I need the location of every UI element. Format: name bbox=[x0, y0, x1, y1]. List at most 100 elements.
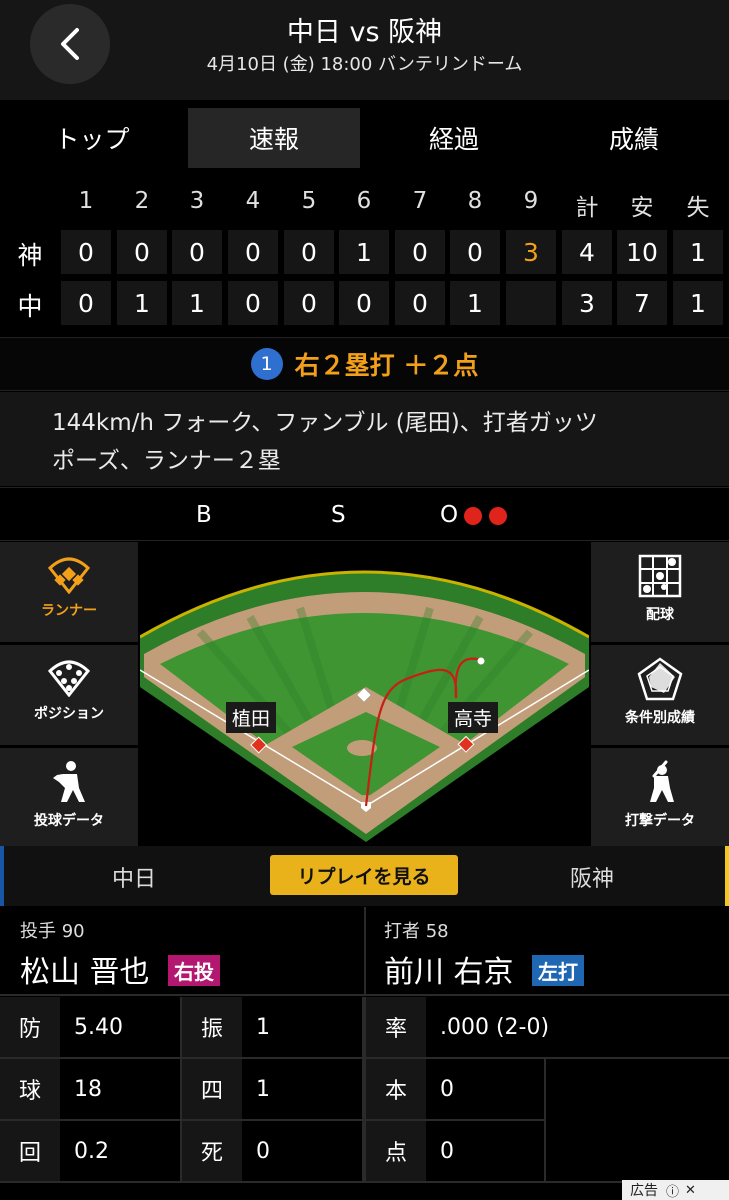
scoreboard-cell: 1 bbox=[673, 230, 723, 274]
positions-icon bbox=[47, 660, 91, 697]
pitching-data-button[interactable]: 投球データ bbox=[0, 748, 138, 848]
divider bbox=[362, 997, 366, 1181]
play-description: 144km/h フォーク、ファンブル (尾田)、打者ガッツ ポーズ、ランナー２塁 bbox=[0, 392, 729, 486]
scoreboard-header: 1 bbox=[78, 188, 94, 214]
stat-label-walks: 四 bbox=[182, 1059, 242, 1119]
baseball-field: 植田 高寺 bbox=[140, 542, 589, 844]
stat-label-pitches: 球 bbox=[0, 1059, 60, 1119]
scoreboard-cell: 0 bbox=[395, 230, 445, 274]
scoreboard-header: 5 bbox=[301, 188, 317, 214]
pitch-pattern-button[interactable]: 配球 bbox=[591, 542, 729, 642]
scoreboard-cell: 1 bbox=[450, 281, 500, 325]
divider bbox=[0, 1181, 729, 1183]
scoreboard-header: 計 bbox=[575, 195, 599, 221]
runner-button[interactable]: ランナー bbox=[0, 542, 138, 642]
field-diagram bbox=[140, 570, 589, 842]
scoreboard-cell: 0 bbox=[228, 230, 278, 274]
position-button[interactable]: ポジション bbox=[0, 645, 138, 745]
tab-bar: トップ 速報 経過 成績 bbox=[0, 100, 729, 178]
stat-label-era: 防 bbox=[0, 997, 60, 1057]
scoreboard-team: 神 bbox=[17, 241, 43, 270]
divider bbox=[180, 997, 182, 1181]
tab-live[interactable]: 速報 bbox=[188, 108, 360, 168]
stat-value-rbi: 0 bbox=[426, 1121, 544, 1181]
scoreboard-cell: 1 bbox=[172, 281, 222, 325]
batter-hand-badge: 左打 bbox=[532, 955, 584, 986]
home-team-color bbox=[0, 846, 4, 906]
radar-icon bbox=[637, 657, 683, 701]
team-right[interactable]: 阪神 bbox=[570, 861, 614, 893]
strike-label: S bbox=[331, 502, 346, 528]
play-number-badge: 1 bbox=[250, 348, 283, 380]
team-left[interactable]: 中日 bbox=[112, 861, 156, 893]
scoreboard-cell: 4 bbox=[562, 230, 612, 274]
scoreboard-cell: 0 bbox=[284, 230, 334, 274]
batter-card[interactable]: 打者 58 前川 右京 左打 bbox=[366, 907, 729, 993]
scoreboard-header: 4 bbox=[245, 188, 261, 214]
stat-value-innings: 0.2 bbox=[60, 1121, 180, 1181]
batter-name: 前川 右京 bbox=[384, 955, 514, 990]
scoreboard-cell: 10 bbox=[617, 230, 667, 274]
stat-label-hbp: 死 bbox=[182, 1121, 242, 1181]
ad-info-icon: ⓘ bbox=[666, 1184, 680, 1200]
game-subtitle: 4月10日 (金) 18:00 バンテリンドーム bbox=[206, 54, 523, 75]
pitcher-hand-badge: 右投 bbox=[168, 955, 220, 986]
ad-close-icon: ✕ bbox=[685, 1182, 696, 1198]
ad-text: 広告 bbox=[630, 1183, 658, 1199]
scoreboard-header: 8 bbox=[467, 188, 483, 214]
scoreboard-cell: 0 bbox=[395, 281, 445, 325]
scoreboard-cell: 0 bbox=[61, 230, 111, 274]
replay-button[interactable]: リプレイを見る bbox=[270, 855, 458, 895]
stat-value-hbp: 0 bbox=[242, 1121, 362, 1181]
tab-top[interactable]: トップ bbox=[6, 108, 178, 168]
count-bar: B S O bbox=[0, 487, 729, 541]
scoreboard-cell: 3 bbox=[562, 281, 612, 325]
pitcher-card[interactable]: 投手 90 松山 晋也 右投 bbox=[0, 907, 363, 993]
scoreboard-cell: 3 bbox=[506, 230, 556, 274]
stat-value-hr: 0 bbox=[426, 1059, 544, 1119]
scoreboard-cell: 1 bbox=[339, 230, 389, 274]
scoreboard-cell: 0 bbox=[61, 281, 111, 325]
scoreboard-cell: 0 bbox=[117, 230, 167, 274]
batting-data-label: 打撃データ bbox=[625, 813, 695, 829]
play-description-line: 144km/h フォーク、ファンブル (尾田)、打者ガッツ bbox=[52, 410, 598, 436]
batting-data-button[interactable]: 打撃データ bbox=[591, 748, 729, 848]
scoreboard-header: 9 bbox=[523, 188, 539, 214]
out-label: O bbox=[440, 502, 459, 528]
play-result-text: 右２塁打 ＋２点 bbox=[294, 351, 479, 380]
runner-button-label: ランナー bbox=[41, 603, 97, 619]
away-team-color bbox=[725, 846, 729, 906]
split-stats-button[interactable]: 条件別成績 bbox=[591, 645, 729, 745]
out-dot bbox=[489, 507, 507, 525]
stat-label-hr: 本 bbox=[366, 1059, 426, 1119]
ball-label: B bbox=[196, 502, 212, 528]
stat-value-avg: .000 (2-0) bbox=[426, 997, 729, 1057]
play-description-line: ポーズ、ランナー２塁 bbox=[52, 448, 281, 474]
scoreboard-cell: 0 bbox=[284, 281, 334, 325]
scoreboard-cell: 0 bbox=[450, 230, 500, 274]
stat-value-walks: 1 bbox=[242, 1059, 362, 1119]
pitch-grid-icon bbox=[638, 554, 682, 598]
scoreboard-header: 6 bbox=[356, 188, 372, 214]
scoreboard-cell: 7 bbox=[617, 281, 667, 325]
scoreboard-header: 7 bbox=[412, 188, 428, 214]
scoreboard-header: 2 bbox=[134, 188, 150, 214]
tab-progress[interactable]: 経過 bbox=[368, 108, 540, 168]
scoreboard-team: 中 bbox=[17, 292, 43, 321]
out-dot bbox=[464, 507, 482, 525]
play-result-bar: 1 右２塁打 ＋２点 bbox=[0, 337, 729, 391]
stat-value-strikeouts: 1 bbox=[242, 997, 362, 1057]
pitcher-icon bbox=[53, 761, 85, 802]
pitcher-name: 松山 晋也 bbox=[20, 955, 150, 990]
divider bbox=[366, 1057, 729, 1059]
scoreboard-cell: 0 bbox=[339, 281, 389, 325]
header: 中日 vs 阪神 4月10日 (金) 18:00 バンテリンドーム bbox=[0, 0, 729, 100]
ad-label[interactable]: 広告 ⓘ ✕ bbox=[622, 1180, 729, 1200]
stat-value-pitches: 18 bbox=[60, 1059, 180, 1119]
tab-stats[interactable]: 成績 bbox=[548, 108, 720, 168]
scoreboard-cell: 0 bbox=[172, 230, 222, 274]
position-button-label: ポジション bbox=[34, 706, 104, 722]
divider bbox=[0, 994, 729, 996]
stat-label-innings: 回 bbox=[0, 1121, 60, 1181]
scoreboard-cell: 1 bbox=[673, 281, 723, 325]
